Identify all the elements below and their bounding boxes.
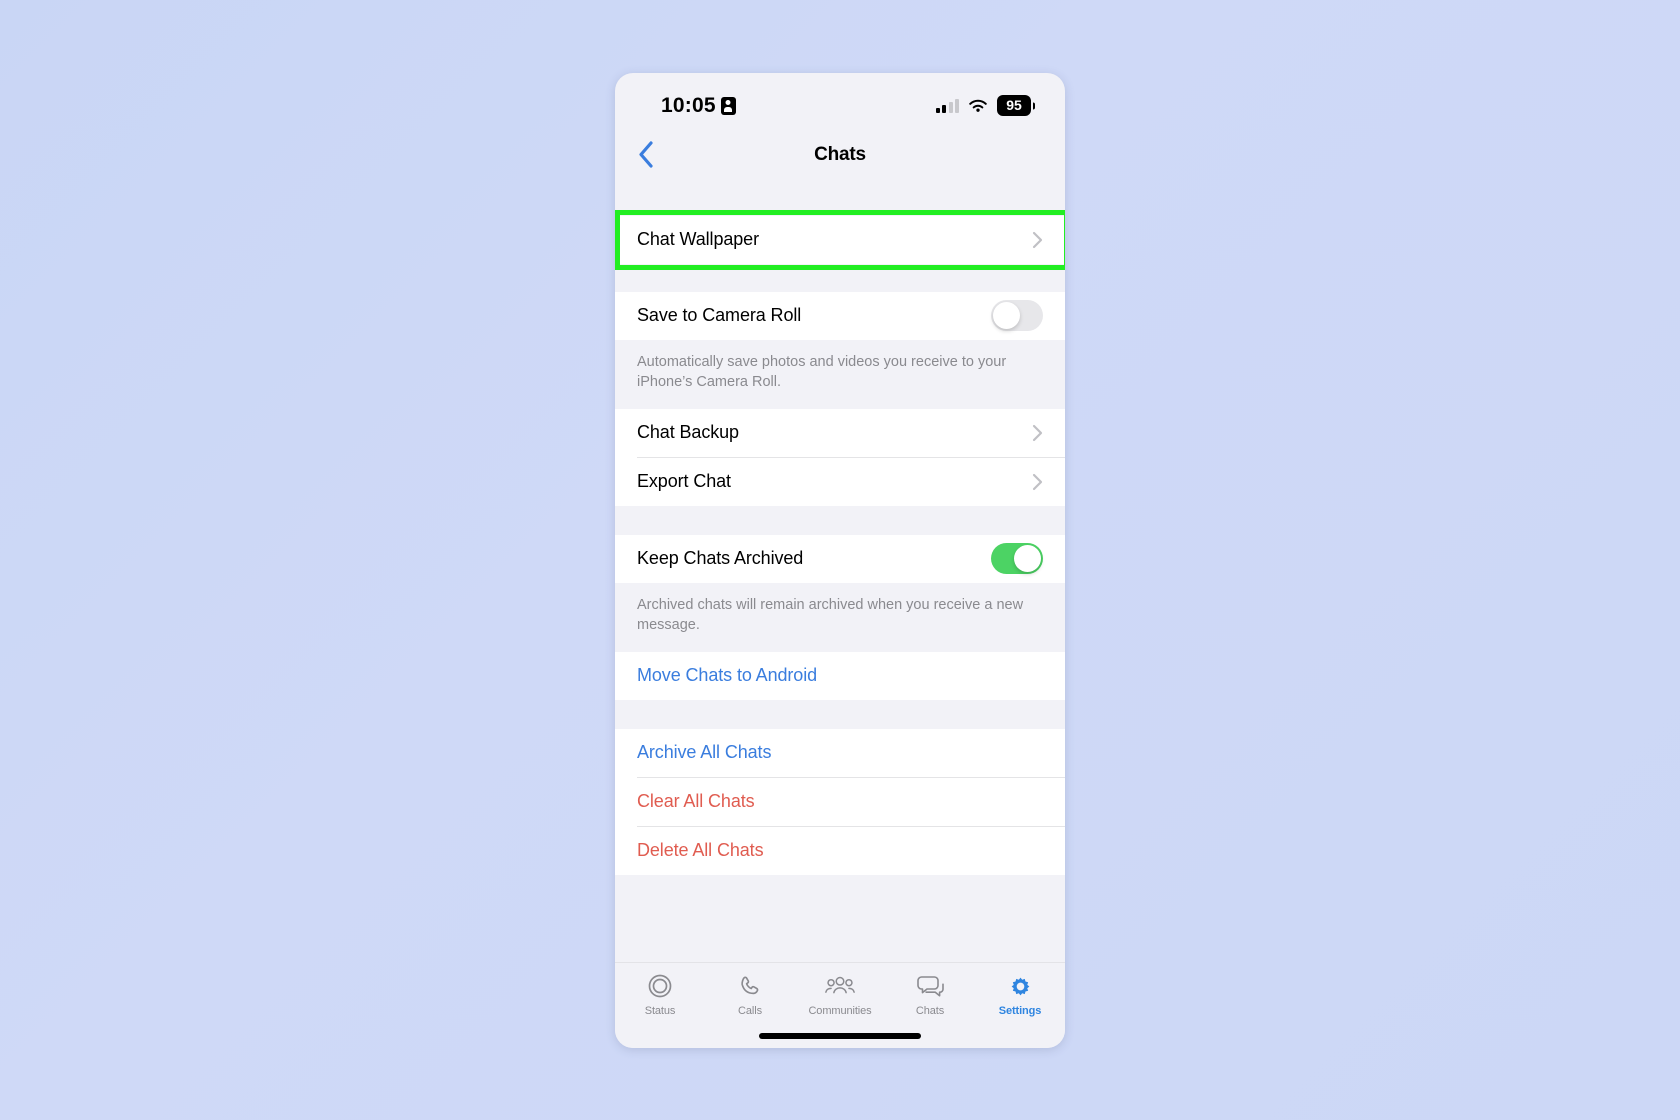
section-gap bbox=[615, 699, 1065, 729]
status-bar-right: 95 bbox=[935, 95, 1031, 116]
chevron-left-icon bbox=[639, 141, 653, 168]
navigation-bar: Chats bbox=[615, 128, 1065, 181]
tab-communities[interactable]: Communities bbox=[795, 973, 885, 1017]
tab-status[interactable]: Status bbox=[615, 973, 705, 1017]
row-save-to-camera-roll[interactable]: Save to Camera Roll bbox=[615, 291, 1065, 340]
tab-calls[interactable]: Calls bbox=[705, 973, 795, 1017]
row-move-chats-to-android[interactable]: Move Chats to Android bbox=[615, 651, 1065, 700]
section-gap bbox=[615, 263, 1065, 292]
chat-wallpaper-section: Chat Wallpaper bbox=[615, 209, 1065, 270]
row-export-chat[interactable]: Export Chat bbox=[615, 457, 1065, 506]
phone-icon bbox=[738, 973, 763, 1000]
back-button[interactable] bbox=[629, 138, 663, 172]
status-bar-left: 10:05 bbox=[661, 94, 736, 118]
chat-bubbles-icon bbox=[916, 973, 944, 1000]
row-label-archive-all-chats: Archive All Chats bbox=[637, 742, 772, 762]
communities-people-icon bbox=[824, 973, 856, 1000]
clock-time: 10:05 bbox=[661, 93, 716, 117]
row-keep-chats-archived[interactable]: Keep Chats Archived bbox=[615, 534, 1065, 583]
phone-screen: 10:05 95 Chats Chat Wallpaper Save to Ca… bbox=[615, 72, 1065, 1048]
section-gap bbox=[615, 505, 1065, 535]
group-backup: Chat Backup Export Chat bbox=[615, 408, 1065, 506]
tab-label-settings: Settings bbox=[998, 1004, 1042, 1017]
row-archive-all-chats[interactable]: Archive All Chats bbox=[615, 728, 1065, 777]
group-keep-archived: Keep Chats Archived bbox=[615, 534, 1065, 583]
row-label-export-chat: Export Chat bbox=[637, 471, 731, 491]
status-rings-icon bbox=[647, 973, 673, 1000]
chevron-right-icon bbox=[1032, 473, 1043, 490]
section-gap bbox=[615, 180, 1065, 216]
note-keep-archived: Archived chats will remain archived when… bbox=[615, 582, 1065, 652]
battery-indicator: 95 bbox=[997, 95, 1031, 116]
chevron-right-icon bbox=[1032, 424, 1043, 441]
chevron-right-icon bbox=[1032, 231, 1043, 248]
group-camera-roll: Save to Camera Roll bbox=[615, 291, 1065, 340]
tab-label-calls: Calls bbox=[738, 1004, 762, 1017]
tab-label-chats: Chats bbox=[915, 1004, 945, 1017]
row-label-save-to-camera-roll: Save to Camera Roll bbox=[637, 305, 802, 325]
row-chat-backup[interactable]: Chat Backup bbox=[615, 408, 1065, 457]
toggle-save-to-camera-roll[interactable] bbox=[991, 300, 1043, 331]
list-bottom-spacer bbox=[615, 874, 1065, 939]
cellular-signal-icon bbox=[935, 98, 959, 113]
page-title: Chats bbox=[814, 143, 866, 165]
row-delete-all-chats[interactable]: Delete All Chats bbox=[615, 826, 1065, 875]
row-label-chat-backup: Chat Backup bbox=[637, 422, 739, 442]
tab-settings[interactable]: Settings bbox=[975, 973, 1065, 1017]
row-label-clear-all-chats: Clear All Chats bbox=[637, 791, 755, 811]
toggle-knob bbox=[993, 302, 1020, 329]
toggle-keep-chats-archived[interactable] bbox=[991, 543, 1043, 574]
wifi-icon bbox=[967, 98, 989, 114]
group-wallpaper: Chat Wallpaper bbox=[615, 215, 1065, 264]
row-label-move-chats-to-android: Move Chats to Android bbox=[637, 665, 818, 685]
settings-list: Chat Wallpaper Save to Camera Roll Autom… bbox=[615, 180, 1065, 939]
gear-icon bbox=[1007, 973, 1034, 1000]
toggle-knob bbox=[1014, 545, 1041, 572]
row-label-delete-all-chats: Delete All Chats bbox=[637, 840, 764, 860]
row-clear-all-chats[interactable]: Clear All Chats bbox=[615, 777, 1065, 826]
status-bar: 10:05 95 bbox=[615, 73, 1065, 129]
row-label-chat-wallpaper: Chat Wallpaper bbox=[637, 229, 759, 249]
row-chat-wallpaper[interactable]: Chat Wallpaper bbox=[615, 215, 1065, 264]
note-camera-roll: Automatically save photos and videos you… bbox=[615, 339, 1065, 409]
tab-label-communities: Communities bbox=[808, 1004, 872, 1017]
tab-label-status: Status bbox=[644, 1004, 676, 1017]
home-indicator bbox=[759, 1032, 921, 1039]
group-move-chats: Move Chats to Android bbox=[615, 651, 1065, 700]
row-label-keep-chats-archived: Keep Chats Archived bbox=[637, 548, 804, 568]
group-bulk-actions: Archive All Chats Clear All Chats Delete… bbox=[615, 728, 1065, 875]
tab-chats[interactable]: Chats bbox=[885, 973, 975, 1017]
screen-record-icon bbox=[720, 96, 736, 115]
